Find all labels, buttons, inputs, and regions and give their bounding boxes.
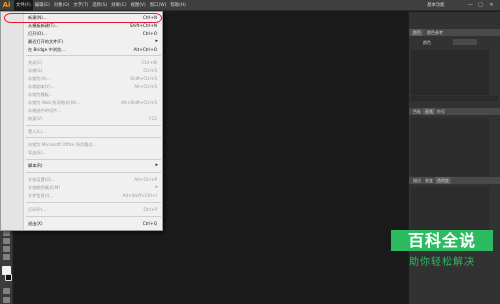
maximize-button[interactable]: □ xyxy=(477,2,484,8)
menu-separator xyxy=(26,137,161,138)
menu-item-revert[interactable]: 恢复(V) F12 xyxy=(1,114,163,123)
slice-tool-icon[interactable] xyxy=(3,238,10,244)
menu-window[interactable]: 窗口(W) xyxy=(148,0,169,11)
menu-list: 文件(F) 编辑(E) 对象(O) 文字(T) 选择(S) 效果(C) 视图(V… xyxy=(14,0,188,11)
menu-item-export[interactable]: 导出(E)... xyxy=(1,148,163,157)
drawing-mode-icon[interactable] xyxy=(3,288,10,294)
menu-separator xyxy=(26,159,161,160)
menu-select[interactable]: 选择(S) xyxy=(90,0,109,11)
menu-item-browse-in-bridge[interactable]: 在 Bridge 中浏览... Alt+Ctrl+O xyxy=(1,45,163,54)
menu-effect[interactable]: 效果(C) xyxy=(109,0,128,11)
menu-item-place[interactable]: 置入(L)... xyxy=(1,127,163,136)
menu-separator xyxy=(26,125,161,126)
tab-color-guide[interactable]: 颜色参考 xyxy=(425,29,445,36)
tab-symbols[interactable]: 符号 xyxy=(435,108,447,115)
workspace-switcher[interactable]: 基本功能 xyxy=(427,0,445,11)
watermark-title: 百科全说 xyxy=(407,231,476,250)
screen-mode-icon[interactable] xyxy=(3,297,10,303)
zoom-tool-icon[interactable] xyxy=(3,254,10,260)
stroke-panel-header: 描边 渐变 透明度 xyxy=(409,177,500,184)
menu-item-scripts[interactable]: 脚本(R) ▸ xyxy=(1,161,163,170)
menu-item-exit[interactable]: 退出(X) Ctrl+Q xyxy=(1,219,163,228)
highlight-annotation xyxy=(4,13,162,23)
menu-help[interactable]: 帮助(H) xyxy=(168,0,188,11)
watermark-subtitle: 助你轻松解决 xyxy=(409,257,475,268)
hand-tool-icon[interactable] xyxy=(3,246,10,252)
menu-item-print[interactable]: 打印(P)... Ctrl+P xyxy=(1,205,163,214)
tab-stroke[interactable]: 描边 xyxy=(411,177,423,184)
tab-brushes[interactable]: 画笔 xyxy=(423,108,435,115)
color-panel-header: 颜色 颜色参考 xyxy=(409,29,500,36)
swatches-panel-header: 色板 画笔 符号 xyxy=(409,108,500,115)
color-row-label: 颜色 xyxy=(423,40,431,45)
menu-view[interactable]: 视图(V) xyxy=(129,0,148,11)
submenu-arrow-icon: ▸ xyxy=(155,162,158,168)
menu-file[interactable]: 文件(F) xyxy=(14,0,33,11)
menu-object[interactable]: 对象(O) xyxy=(52,0,72,11)
tab-color[interactable]: 颜色 xyxy=(411,29,423,36)
watermark: 百科全说 助你轻松解决 xyxy=(384,225,500,304)
color-spectrum-bar[interactable] xyxy=(411,96,498,101)
menu-type[interactable]: 文字(T) xyxy=(71,0,90,11)
brushes-panel-body xyxy=(411,118,489,176)
menu-item-file-info[interactable]: 文件信息(I)... Alt+Shift+Ctrl+I xyxy=(1,191,163,200)
menu-edit[interactable]: 编辑(E) xyxy=(33,0,52,11)
menu-bar: Ai 文件(F) 编辑(E) 对象(O) 文字(T) 选择(S) 效果(C) 视… xyxy=(0,0,500,11)
tab-transparency[interactable]: 透明度 xyxy=(435,177,451,184)
color-dropdown[interactable] xyxy=(453,39,477,45)
tab-swatches[interactable]: 色板 xyxy=(411,108,423,115)
app-logo: Ai xyxy=(2,1,11,9)
color-panel-body xyxy=(411,50,489,95)
tab-gradient[interactable]: 渐变 xyxy=(423,177,435,184)
file-menu-dropdown: 新建(N)... Ctrl+N 从模板新建(T)... Shift+Ctrl+N 打… xyxy=(0,11,163,231)
menu-separator xyxy=(26,216,161,217)
menu-separator xyxy=(26,55,161,56)
stroke-swatch[interactable] xyxy=(5,274,12,281)
close-button[interactable]: ✕ xyxy=(488,2,495,8)
menu-separator xyxy=(26,172,161,173)
minimize-button[interactable]: — xyxy=(467,2,474,8)
menu-separator xyxy=(26,202,161,203)
